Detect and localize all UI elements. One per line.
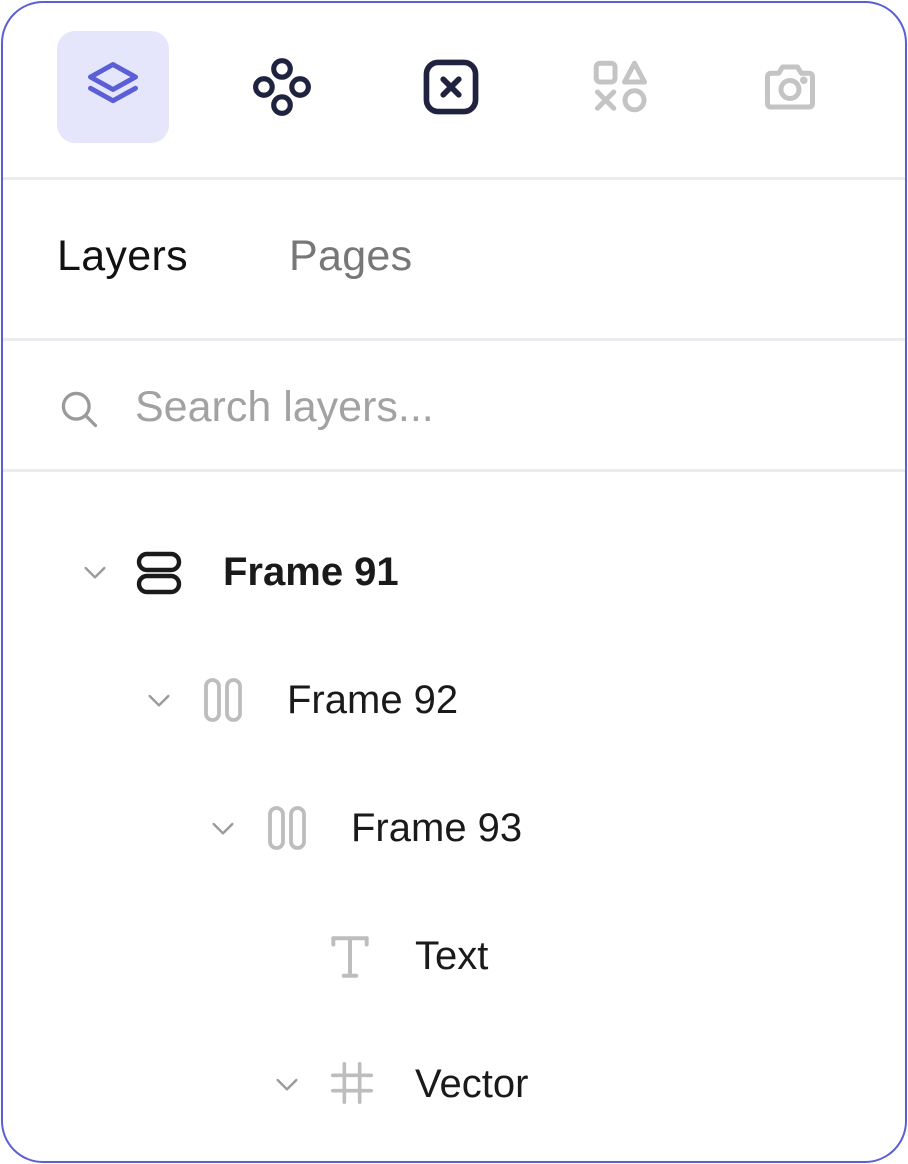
frame-grid-icon xyxy=(331,1062,373,1104)
text-icon xyxy=(331,936,369,978)
layer-name: Text xyxy=(415,934,489,978)
tab-layers[interactable]: Layers xyxy=(57,232,188,281)
assets-tool-button[interactable] xyxy=(564,31,676,143)
layer-name: Frame 91 xyxy=(223,550,399,594)
layer-name: Frame 93 xyxy=(351,806,523,850)
vertical-stack-icon xyxy=(136,551,182,595)
variables-icon xyxy=(423,59,479,115)
chevron-down-icon[interactable] xyxy=(271,1068,303,1100)
layer-row-frame-92[interactable]: Frame 92 xyxy=(3,646,905,756)
layer-row-vector[interactable]: Vector xyxy=(3,1030,905,1140)
assets-icon xyxy=(593,60,647,113)
layer-row-frame-93[interactable]: Frame 93 xyxy=(3,774,905,884)
chevron-down-icon[interactable] xyxy=(79,556,111,588)
search-divider xyxy=(3,469,905,472)
toolbar xyxy=(3,3,905,177)
layers-icon xyxy=(88,62,138,104)
components-icon xyxy=(253,58,311,116)
variables-tool-button[interactable] xyxy=(395,31,507,143)
chevron-down-icon[interactable] xyxy=(143,684,175,716)
components-tool-button[interactable] xyxy=(226,31,338,143)
panel-tabs: Layers Pages xyxy=(3,180,905,338)
layers-panel: Layers Pages Frame 91 xyxy=(1,1,907,1163)
layer-name: Vector xyxy=(415,1062,529,1106)
chevron-down-icon[interactable] xyxy=(207,812,239,844)
camera-tool-button[interactable] xyxy=(734,31,846,143)
search-icon xyxy=(61,391,98,428)
tab-pages[interactable]: Pages xyxy=(289,232,412,281)
layers-tool-button[interactable] xyxy=(57,31,169,143)
search-bar xyxy=(3,341,905,469)
columns-icon xyxy=(204,678,242,722)
camera-icon xyxy=(765,64,815,110)
layer-row-frame-91[interactable]: Frame 91 xyxy=(3,518,905,628)
layer-name: Frame 92 xyxy=(287,678,459,722)
search-input[interactable] xyxy=(133,371,837,443)
layer-row-text[interactable]: Text xyxy=(3,902,905,1012)
columns-icon xyxy=(268,806,306,850)
